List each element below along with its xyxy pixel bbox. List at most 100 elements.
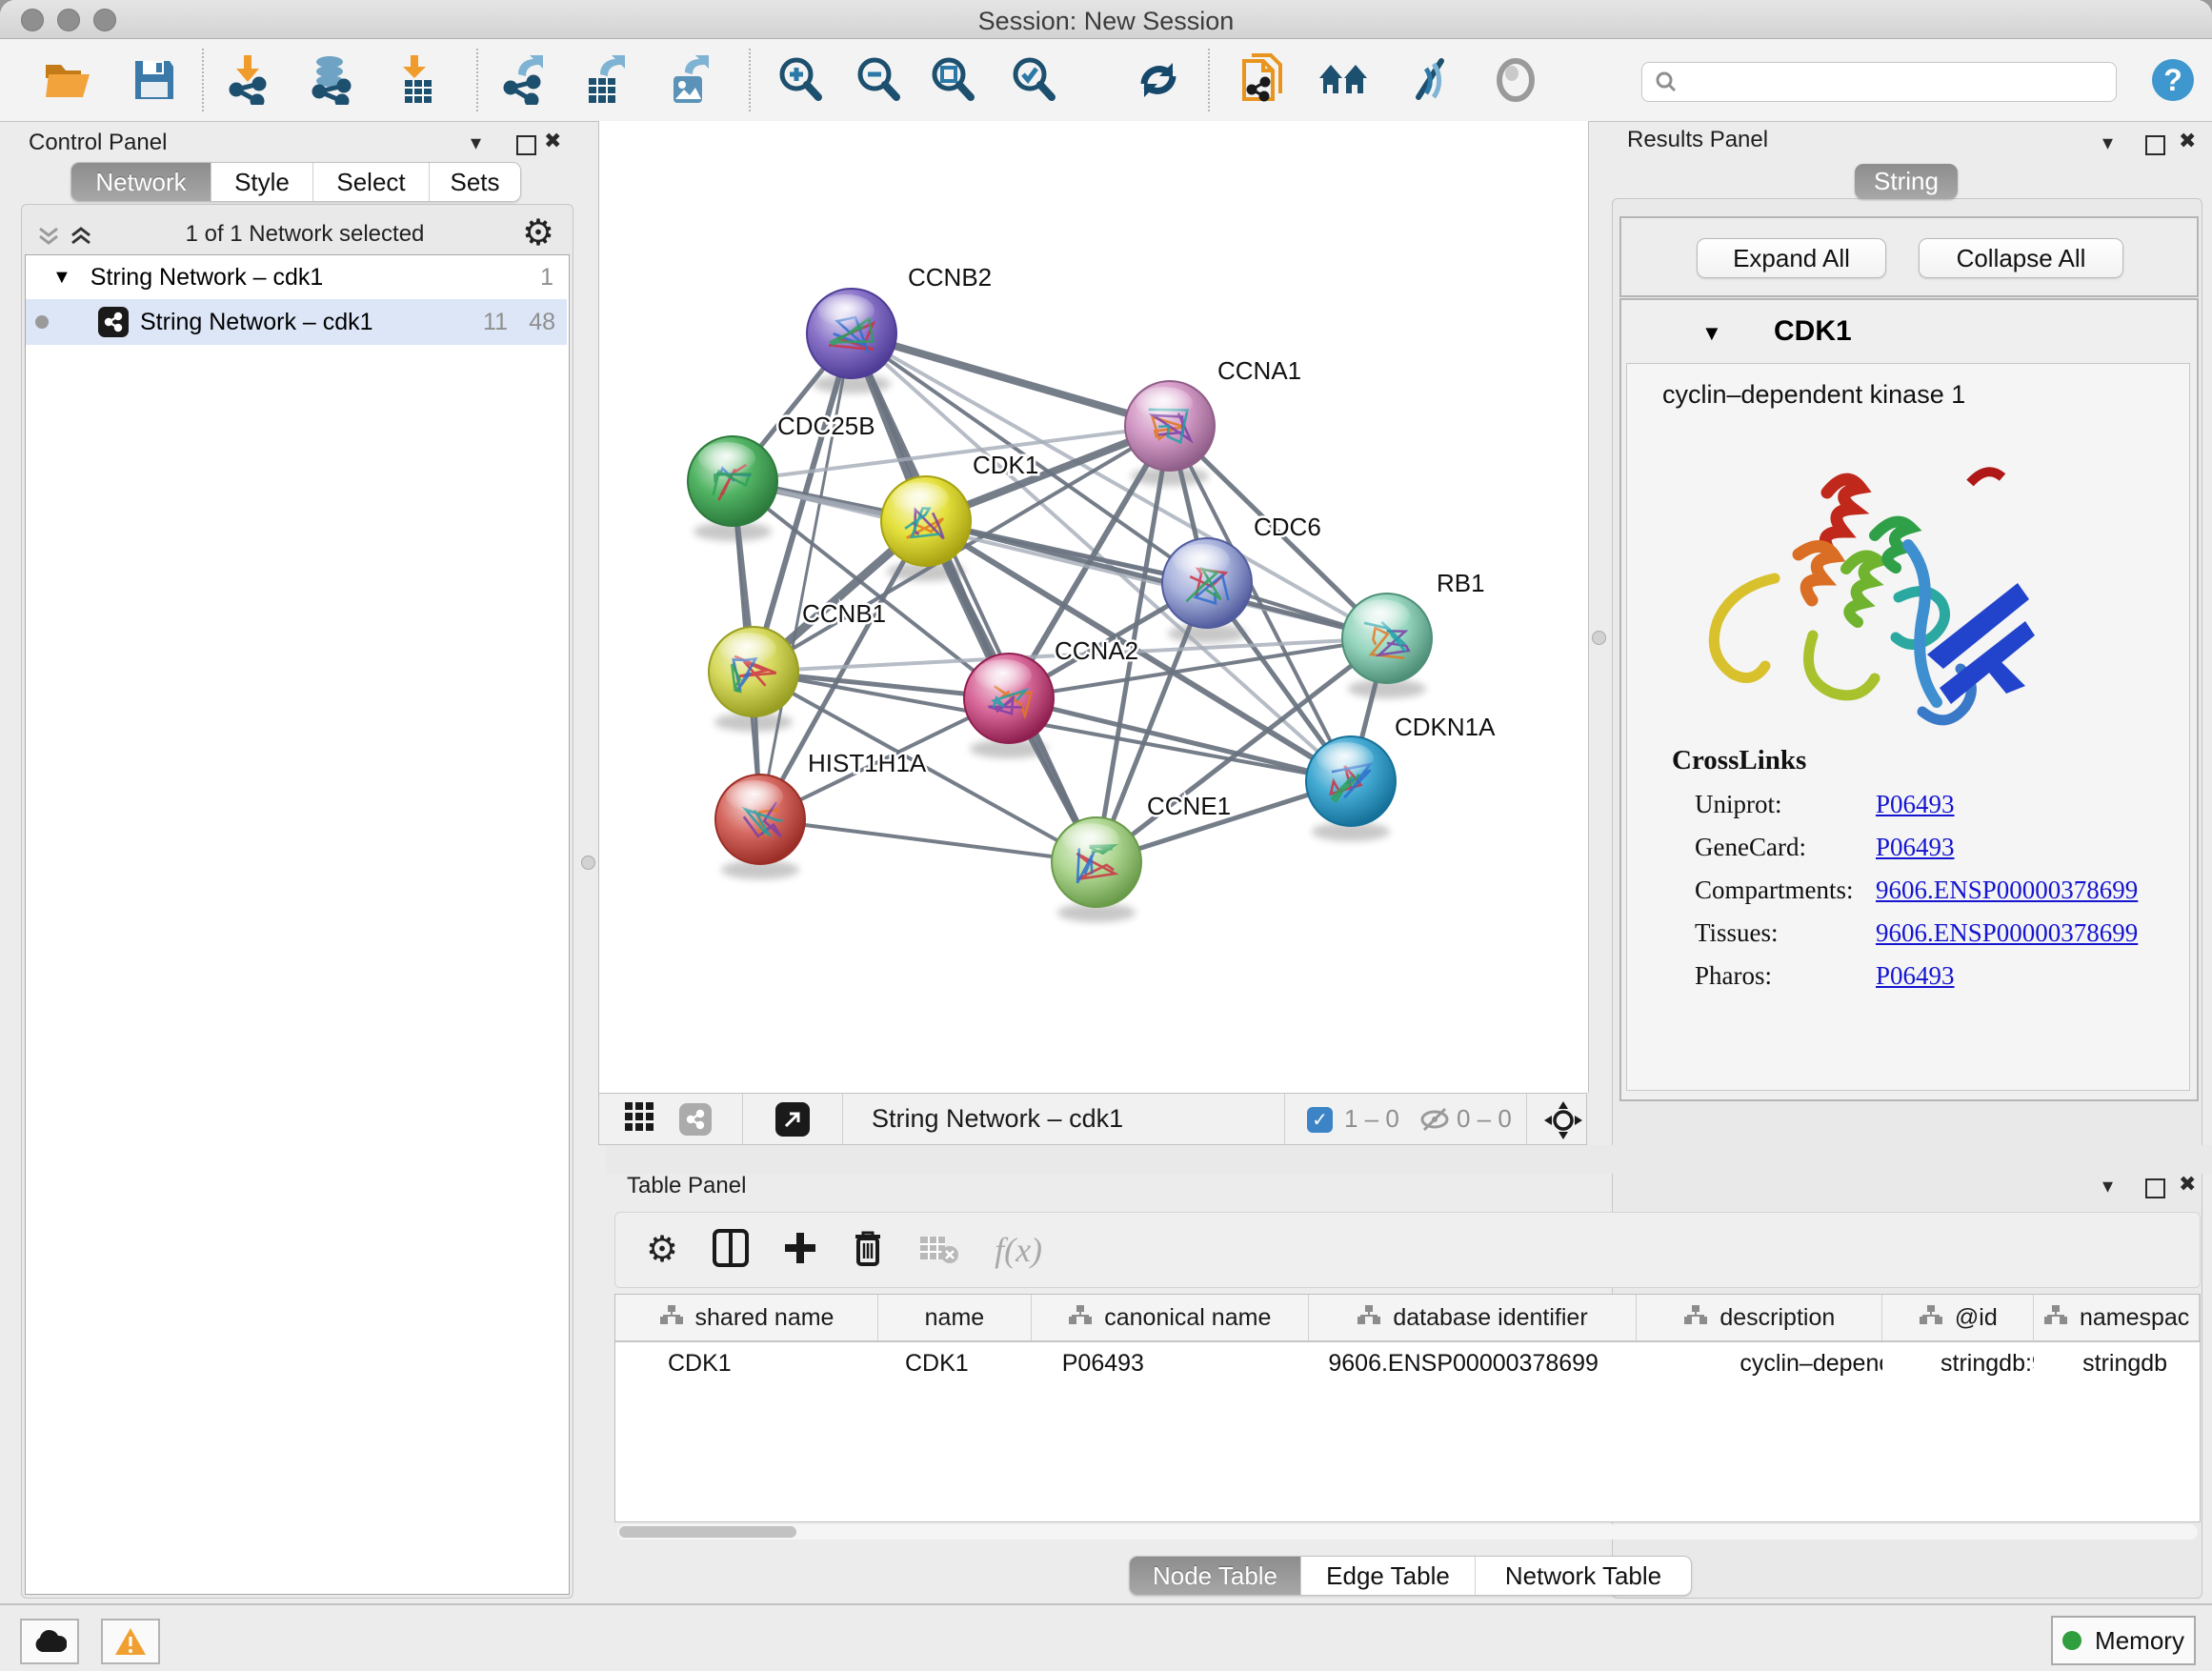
tab-edge-table[interactable]: Edge Table [1301,1557,1476,1595]
import-network-database-icon[interactable] [303,51,356,109]
expand-all-button[interactable]: Expand All [1697,238,1886,278]
control-panel-float-icon[interactable] [516,135,536,155]
toolbar-separator [202,49,204,111]
tab-network[interactable]: Network [71,163,211,201]
export-network-icon[interactable] [497,51,551,109]
open-session-icon[interactable] [41,51,94,109]
network-row-selected[interactable]: String Network – cdk1 11 48 [26,299,567,345]
string-network-icon [98,307,129,337]
search-field[interactable] [1641,62,2117,102]
table-cell[interactable]: 9606.ENSP00000378699 [1308,1350,1636,1378]
tab-sets[interactable]: Sets [430,163,520,201]
crosslink-link[interactable]: P06493 [1876,790,1955,819]
network-collection-row[interactable]: ▼ String Network – cdk1 1 [26,255,567,299]
open-in-window-icon[interactable] [775,1102,810,1137]
column-header[interactable]: name [878,1295,1032,1340]
table-panel-menu-icon[interactable]: ▾ [2102,1177,2113,1196]
table-cell[interactable]: CDK1 [615,1350,878,1378]
collapse-all-button[interactable]: Collapse All [1919,238,2123,278]
string-view-icon[interactable] [679,1103,712,1136]
table-cell[interactable]: stringdb:9... [1882,1350,2034,1378]
zoom-selected-icon[interactable] [1007,51,1060,109]
network-options-gear-icon[interactable]: ⚙ [522,215,554,252]
tab-node-table[interactable]: Node Table [1130,1557,1301,1595]
show-columns-icon[interactable] [713,1229,749,1272]
expand-all-networks-icon[interactable] [69,223,93,252]
memory-button[interactable]: Memory [2051,1616,2196,1665]
string-home-icon[interactable] [1317,51,1371,109]
search-input[interactable] [1679,68,2092,96]
table-horizontal-scrollbar[interactable] [617,1524,2198,1540]
right-splitter-handle[interactable] [1592,631,1606,645]
column-header[interactable]: database identifier [1309,1295,1638,1340]
current-network-dot [35,315,49,329]
column-header-label: @id [1955,1304,1998,1332]
crosslink-row: Pharos:P06493 [1695,955,2171,997]
fit-selected-crosshair-icon[interactable] [1544,1101,1582,1144]
column-header[interactable]: description [1637,1295,1882,1340]
crosslink-link[interactable]: P06493 [1876,833,1955,862]
export-image-icon[interactable] [664,51,717,109]
zoom-fit-icon[interactable] [926,51,979,109]
update-network-icon[interactable] [1132,51,1185,109]
network-canvas[interactable]: CCNB2CCNA1CDC25BCDK1CDC6RB1CCNB1CCNA2CDK… [598,121,1589,1093]
zoom-out-icon[interactable] [852,51,905,109]
birdseye-grid-icon[interactable] [624,1101,654,1137]
tab-style[interactable]: Style [211,163,313,201]
column-header[interactable]: shared name [615,1295,878,1340]
show-graphics-details-icon[interactable] [1489,51,1542,109]
left-splitter-handle[interactable] [581,856,595,870]
results-panel-title: Results Panel [1627,127,1768,153]
import-network-file-icon[interactable] [221,51,274,109]
hide-graphics-details-icon[interactable] [1403,51,1457,109]
crosslink-link[interactable]: 9606.ENSP00000378699 [1876,918,2138,948]
tab-string[interactable]: String [1855,164,1958,199]
table-toolbar: ⚙ f(x) [614,1212,2201,1288]
column-header[interactable]: @id [1882,1295,2034,1340]
toolbar-separator [749,49,751,111]
table-scrollbar-thumb[interactable] [619,1526,796,1538]
create-column-icon[interactable] [783,1231,817,1270]
import-table-file-icon[interactable] [392,51,445,109]
collection-label: String Network – cdk1 [90,264,324,292]
tab-select[interactable]: Select [313,163,430,201]
table-panel-float-icon[interactable] [2145,1178,2165,1198]
table-cell[interactable]: P06493 [1032,1350,1309,1378]
collapse-all-networks-icon[interactable] [36,223,61,252]
table-cell[interactable]: stringdb [2034,1350,2200,1378]
table-row[interactable]: CDK1CDK1P064939606.ENSP00000378699cyclin… [615,1342,2200,1384]
tab-network-table[interactable]: Network Table [1476,1557,1691,1595]
table-panel-title: Table Panel [627,1173,746,1199]
control-panel-menu-icon[interactable]: ▾ [471,133,481,152]
results-panel-menu-icon[interactable]: ▾ [2102,133,2113,152]
network-edge[interactable] [760,333,852,819]
control-panel-title: Control Panel [29,130,167,156]
table-panel-close-icon[interactable]: ✖ [2179,1175,2196,1194]
selected-checkbox-icon[interactable]: ✓ [1307,1107,1333,1133]
warning-status-button[interactable] [101,1619,160,1664]
collection-expand-icon[interactable]: ▼ [52,267,71,289]
save-session-icon[interactable] [128,51,181,109]
delete-column-icon[interactable] [852,1229,884,1272]
table-cell[interactable]: CDK1 [878,1350,1032,1378]
crosslink-label: GeneCard: [1695,833,1876,862]
column-header[interactable]: canonical name [1032,1295,1309,1340]
column-header-label: namespac [2080,1304,2189,1332]
column-header[interactable]: namespac [2034,1295,2200,1340]
control-panel-close-icon[interactable]: ✖ [544,131,561,151]
network-from-selection-icon[interactable] [1236,51,1289,109]
crosslink-link[interactable]: P06493 [1876,961,1955,991]
network-edge[interactable] [852,333,1170,426]
results-panel-float-icon[interactable] [2145,135,2165,155]
gene-collapse-icon[interactable]: ▼ [1701,321,1722,346]
export-table-icon[interactable] [579,51,633,109]
cloud-status-button[interactable] [20,1619,79,1664]
hidden-eye-slash-icon[interactable] [1418,1105,1451,1138]
zoom-in-icon[interactable] [774,51,827,109]
table-cell[interactable]: cyclin–dependent ... [1636,1350,1882,1378]
results-panel-close-icon[interactable]: ✖ [2179,131,2196,151]
help-icon[interactable]: ? [2146,51,2200,109]
crosslink-link[interactable]: 9606.ENSP00000378699 [1876,876,2138,905]
table-options-gear-icon[interactable]: ⚙ [646,1232,678,1268]
network-edge[interactable] [760,819,1096,862]
